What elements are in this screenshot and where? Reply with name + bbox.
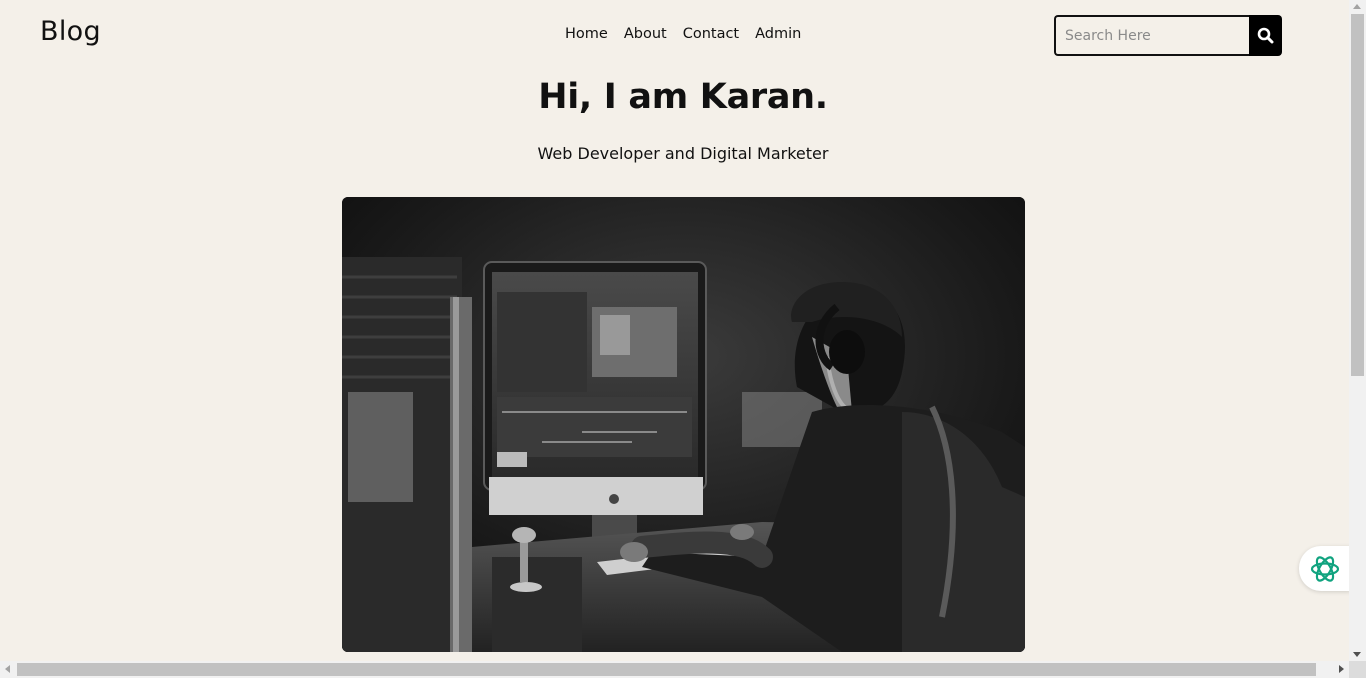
assistant-widget-button[interactable] (1299, 546, 1351, 591)
assistant-logo-icon (1310, 555, 1340, 582)
search-bar (1054, 15, 1282, 56)
hero-subtitle: Web Developer and Digital Marketer (537, 144, 829, 163)
horizontal-scroll-thumb[interactable] (17, 663, 1316, 676)
hero-image (342, 197, 1025, 652)
search-button[interactable] (1249, 15, 1282, 56)
site-logo[interactable]: Blog (40, 16, 101, 47)
scroll-down-arrow-icon[interactable] (1353, 652, 1361, 657)
nav-admin-link[interactable]: Admin (755, 26, 801, 42)
scroll-up-arrow-icon[interactable] (1353, 4, 1361, 9)
scroll-left-arrow-icon[interactable] (5, 665, 10, 673)
nav-contact-link[interactable]: Contact (683, 26, 739, 42)
scroll-right-arrow-icon[interactable] (1339, 665, 1344, 673)
hero-title: Hi, I am Karan. (538, 77, 828, 117)
horizontal-scrollbar[interactable] (0, 661, 1349, 678)
nav-home-link[interactable]: Home (565, 26, 608, 42)
vertical-scrollbar[interactable] (1349, 0, 1366, 661)
scrollbar-corner (1349, 661, 1366, 678)
page: Blog Home About Contact Admin Hi, I am K… (0, 0, 1349, 661)
vertical-scroll-thumb[interactable] (1351, 14, 1364, 376)
hero-photo (342, 197, 1025, 652)
search-input[interactable] (1054, 15, 1249, 56)
main-nav: Home About Contact Admin (565, 26, 801, 42)
nav-about-link[interactable]: About (624, 26, 667, 42)
search-icon (1257, 27, 1274, 44)
